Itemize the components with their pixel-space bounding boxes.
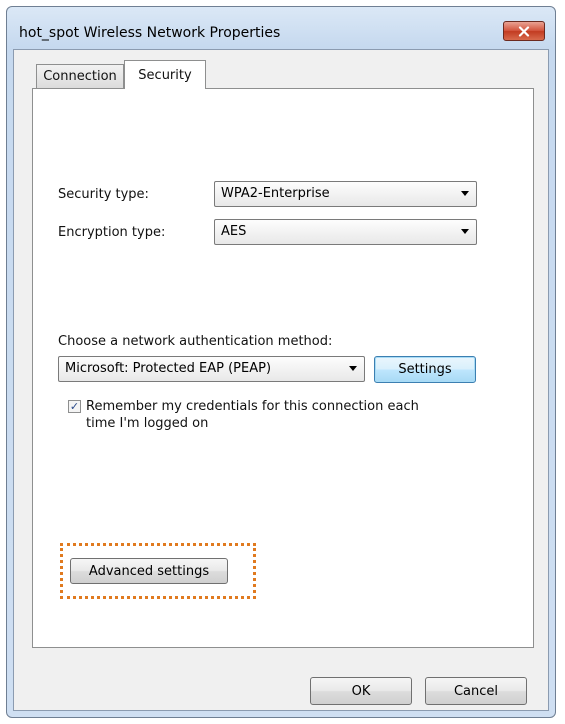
advanced-settings-button[interactable]: Advanced settings [70,558,228,584]
chevron-down-icon [349,366,357,371]
security-type-label: Security type: [58,187,149,202]
auth-method-dropdown[interactable]: Microsoft: Protected EAP (PEAP) [58,356,365,382]
advanced-settings-button-label: Advanced settings [88,563,210,579]
remember-credentials-checkbox[interactable]: ✓ [68,400,81,413]
encryption-type-dropdown[interactable]: AES [214,219,477,245]
security-tab-panel: Security type: WPA2-Enterprise Encryptio… [32,88,534,648]
dialog-body: Connection Security Security type: WPA2-… [13,49,549,711]
ok-button-label: OK [351,683,371,699]
security-type-dropdown[interactable]: WPA2-Enterprise [214,181,477,207]
chevron-down-icon [461,229,469,234]
close-button[interactable] [503,21,545,41]
close-icon [518,25,530,37]
checkmark-icon: ✓ [69,400,80,413]
properties-dialog: hot_spot Wireless Network Properties Con… [6,6,556,718]
chevron-down-icon [461,191,469,196]
auth-method-label: Choose a network authentication method: [58,334,333,349]
settings-button[interactable]: Settings [374,356,476,383]
auth-method-value: Microsoft: Protected EAP (PEAP) [65,361,272,376]
cancel-button[interactable]: Cancel [425,677,527,705]
tab-security[interactable]: Security [124,60,206,89]
title-bar[interactable]: hot_spot Wireless Network Properties [7,7,555,49]
ok-button[interactable]: OK [310,677,412,705]
encryption-type-value: AES [221,224,247,239]
security-type-value: WPA2-Enterprise [221,186,330,201]
remember-credentials-label-line1: Remember my credentials for this connect… [86,399,419,414]
encryption-type-label: Encryption type: [58,225,166,240]
tab-connection-label: Connection [43,69,117,84]
tab-connection[interactable]: Connection [36,64,124,88]
window-title: hot_spot Wireless Network Properties [19,25,281,41]
settings-button-label: Settings [398,362,452,377]
tab-security-label: Security [138,67,192,83]
remember-credentials-label-line2: time I'm logged on [86,416,209,431]
cancel-button-label: Cancel [453,683,499,699]
